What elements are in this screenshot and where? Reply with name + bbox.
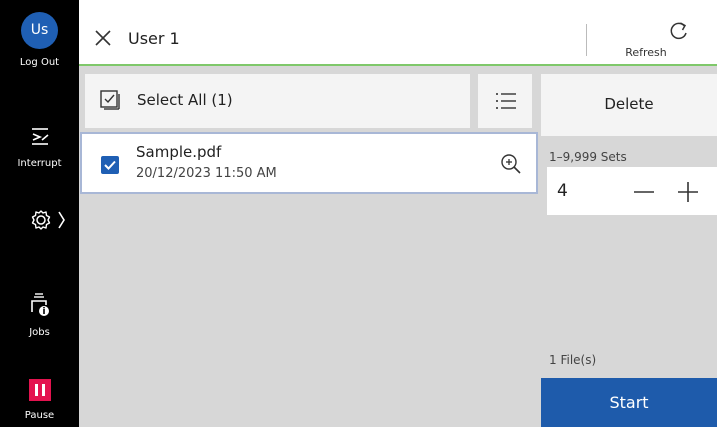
zoom-in-icon[interactable] bbox=[500, 153, 522, 175]
list-view-icon bbox=[496, 93, 516, 109]
select-all-icon bbox=[100, 90, 120, 110]
header-bar: User 1 Refresh bbox=[79, 0, 717, 66]
quantity-stepper[interactable]: 4 bbox=[547, 167, 717, 215]
checkmark-icon bbox=[104, 160, 116, 170]
start-label: Start bbox=[609, 393, 649, 412]
list-view-button[interactable] bbox=[478, 74, 532, 128]
start-button[interactable]: Start bbox=[541, 378, 717, 427]
jobs-printer-icon[interactable] bbox=[29, 292, 51, 318]
plus-icon[interactable] bbox=[677, 181, 699, 203]
page-title: User 1 bbox=[128, 29, 180, 48]
delete-button[interactable]: Delete bbox=[541, 74, 717, 136]
pause-button[interactable] bbox=[29, 379, 51, 401]
file-list-panel: Select All (1) Sample.pdf 20/12/2023 11:… bbox=[79, 66, 541, 427]
refresh-icon[interactable] bbox=[668, 20, 690, 42]
file-name: Sample.pdf bbox=[136, 143, 222, 161]
file-date: 20/12/2023 11:50 AM bbox=[136, 166, 277, 181]
file-checkbox[interactable] bbox=[101, 156, 119, 174]
jobs-label[interactable]: Jobs bbox=[0, 327, 79, 338]
list-item[interactable]: Sample.pdf 20/12/2023 11:50 AM bbox=[80, 132, 538, 194]
sets-range-label: 1–9,999 Sets bbox=[549, 150, 627, 164]
close-icon[interactable] bbox=[94, 29, 112, 47]
pause-label[interactable]: Pause bbox=[0, 410, 79, 421]
pause-icon-bar bbox=[42, 384, 45, 396]
files-count: 1 File(s) bbox=[549, 353, 597, 367]
action-panel: Delete 1–9,999 Sets 4 1 File(s) Start bbox=[541, 66, 717, 427]
minus-icon[interactable] bbox=[633, 181, 655, 203]
delete-label: Delete bbox=[604, 95, 654, 113]
sidebar: Us Log Out Interrupt Jobs Pause bbox=[0, 0, 79, 427]
settings-gear-icon[interactable] bbox=[30, 208, 66, 232]
log-out-label[interactable]: Log Out bbox=[0, 57, 79, 68]
quantity-value[interactable]: 4 bbox=[557, 181, 568, 201]
interrupt-label[interactable]: Interrupt bbox=[0, 158, 79, 169]
select-all-label: Select All (1) bbox=[137, 91, 233, 109]
select-all-button[interactable]: Select All (1) bbox=[85, 74, 470, 128]
interrupt-icon[interactable] bbox=[29, 125, 51, 147]
avatar[interactable]: Us bbox=[21, 12, 58, 49]
header-divider bbox=[586, 24, 587, 56]
refresh-label[interactable]: Refresh bbox=[611, 46, 681, 59]
pause-icon bbox=[35, 384, 38, 396]
